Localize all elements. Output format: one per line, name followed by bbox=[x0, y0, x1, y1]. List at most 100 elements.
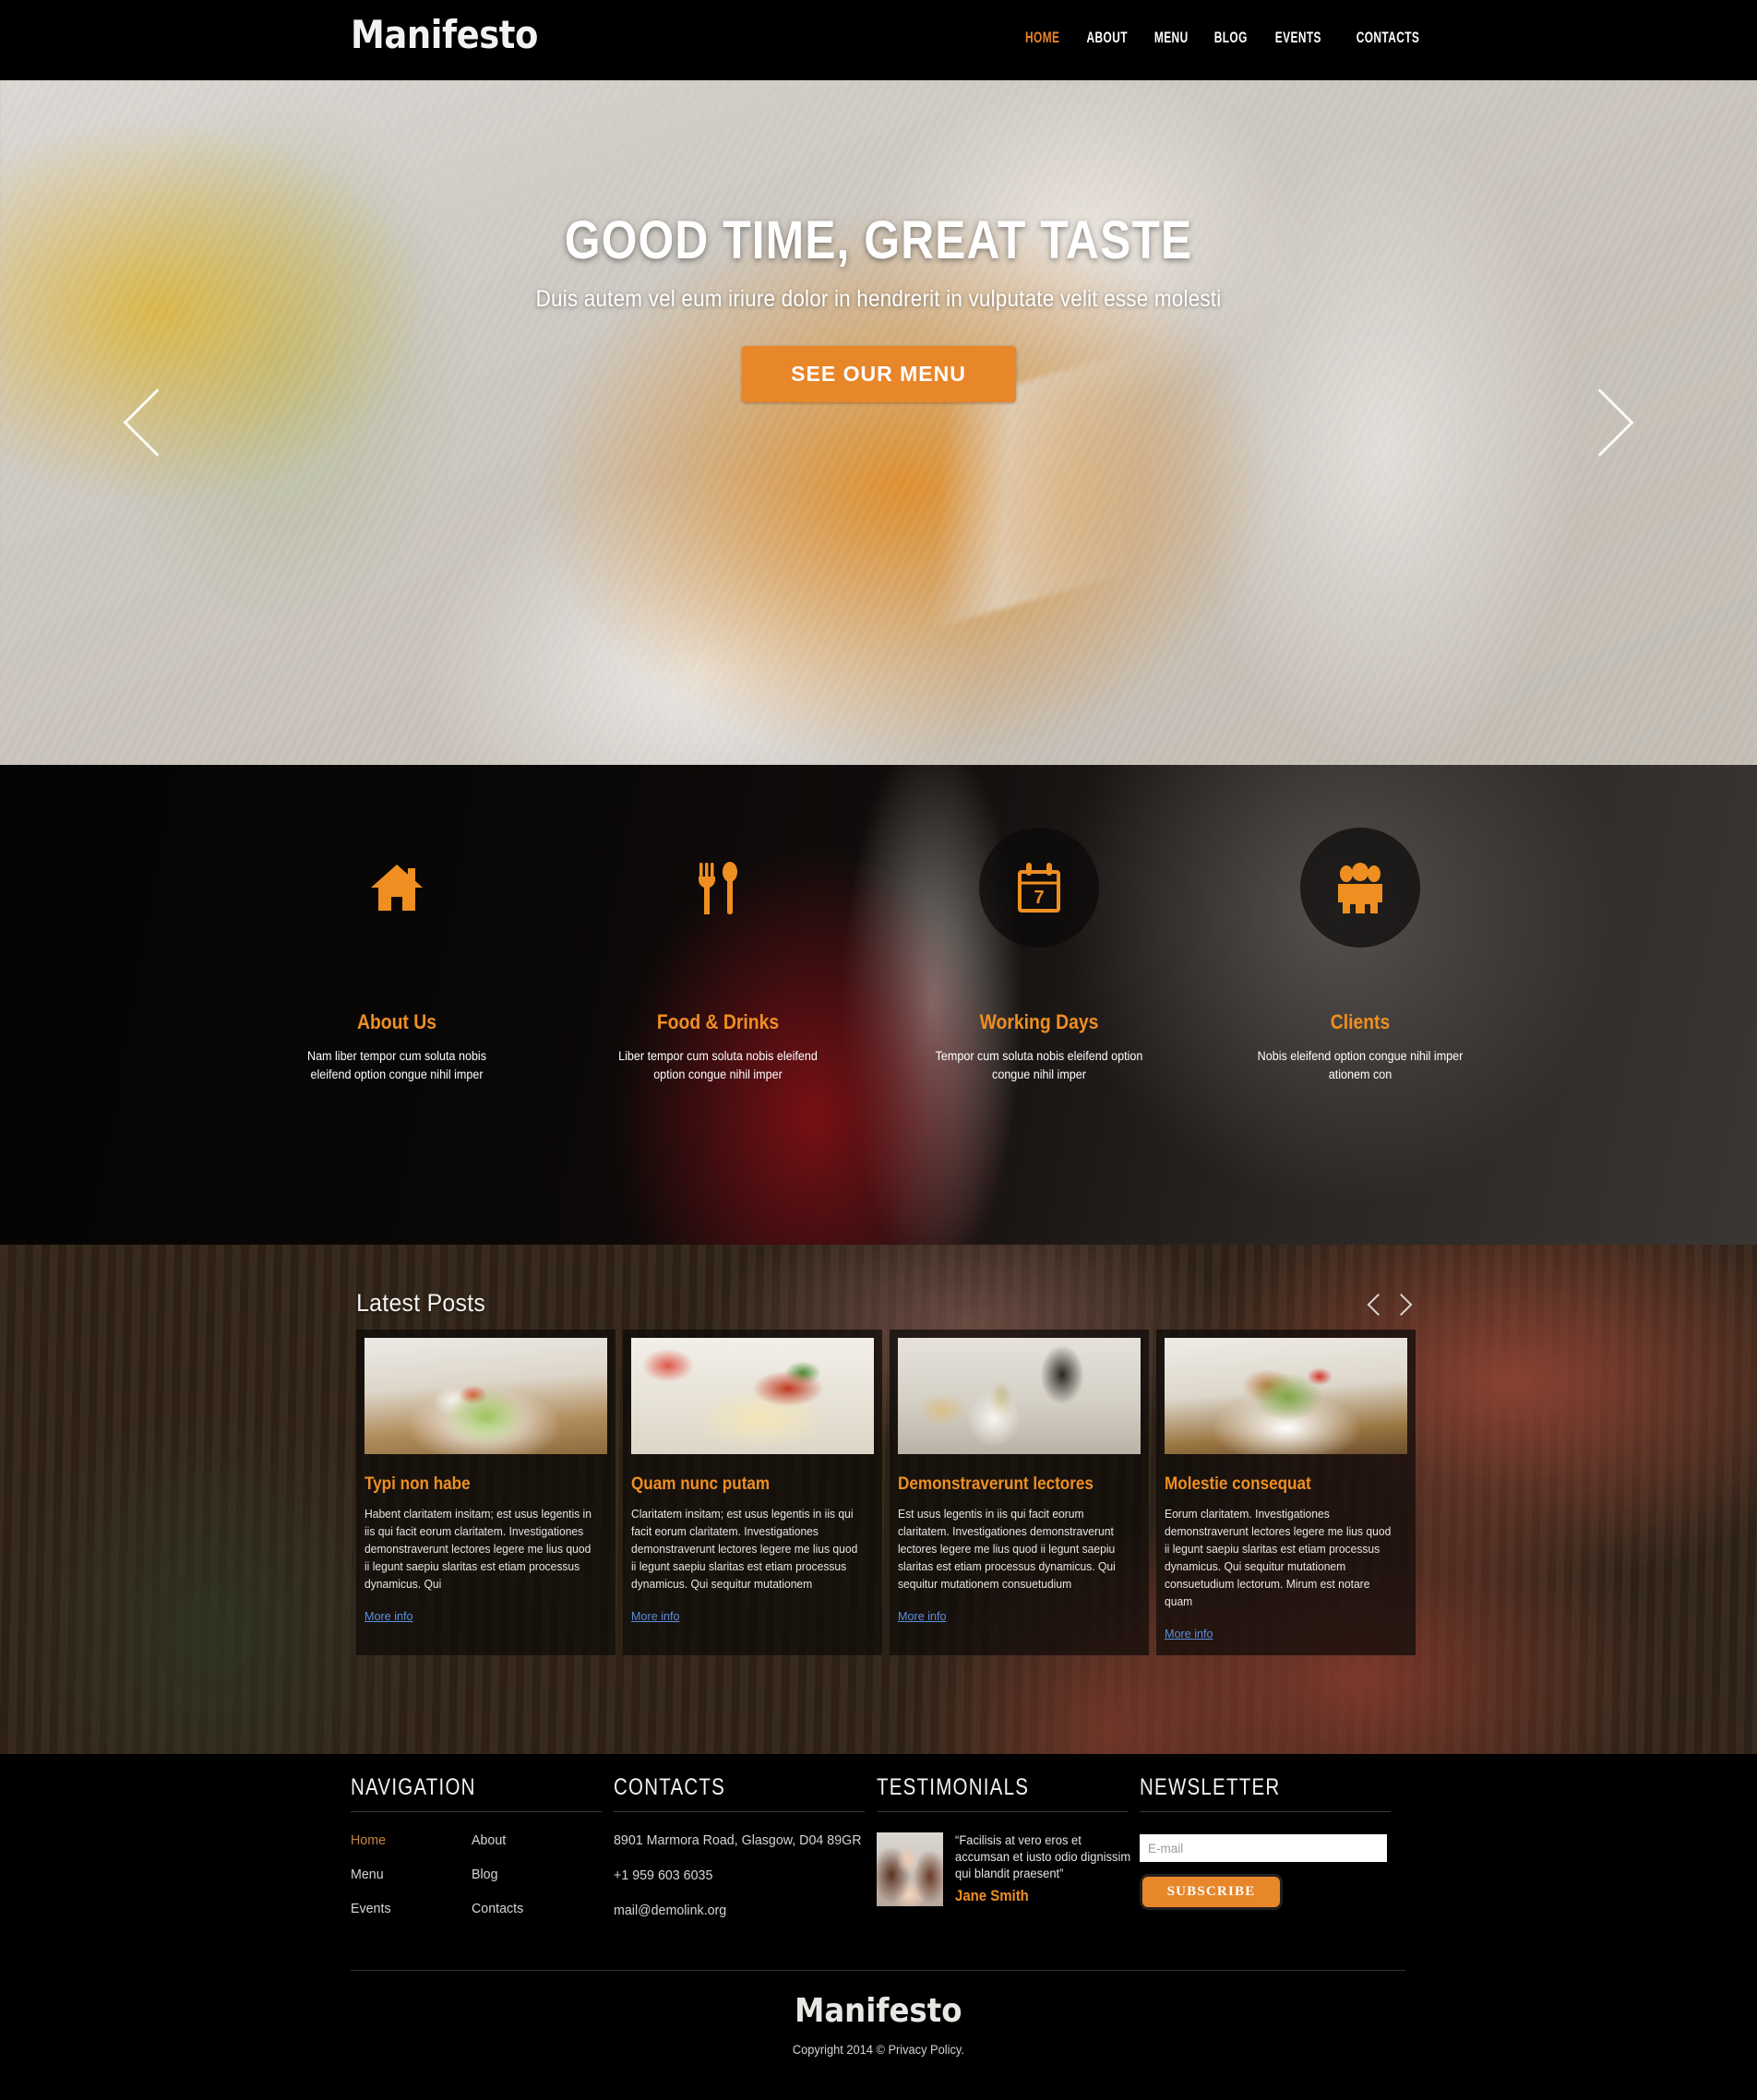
post-card[interactable]: Demonstraverunt lectores Est usus legent… bbox=[890, 1330, 1149, 1655]
calendar-icon: 7 bbox=[1014, 861, 1064, 914]
site-logo[interactable]: Manifesto bbox=[351, 12, 538, 57]
footer-contacts-title: CONTACTS bbox=[614, 1774, 726, 1800]
feature-icon-circle: 7 bbox=[979, 828, 1099, 948]
feature-working-days[interactable]: 7 Working Days Tempor cum soluta nobis e… bbox=[906, 828, 1172, 1245]
post-more-info-link[interactable]: More info bbox=[365, 1610, 413, 1623]
footer-navigation-column: NAVIGATION Home Menu Events About Blog C… bbox=[351, 1774, 614, 1918]
hero-title: GOOD TIME, GREAT TASTE bbox=[564, 210, 1193, 270]
post-thumbnail bbox=[898, 1338, 1141, 1454]
post-more-info-link[interactable]: More info bbox=[898, 1610, 947, 1623]
post-title: Typi non habe bbox=[365, 1474, 471, 1494]
footer-contact-details: 8901 Marmora Road, Glasgow, D04 89GR +1 … bbox=[614, 1832, 877, 1918]
post-title: Molestie consequat bbox=[1165, 1474, 1311, 1494]
footer-navigation-title: NAVIGATION bbox=[351, 1774, 476, 1800]
feature-clients[interactable]: Clients Nobis eleifend option congue nih… bbox=[1227, 828, 1493, 1245]
divider bbox=[351, 1811, 602, 1812]
latest-posts-carousel-controls bbox=[1364, 1293, 1416, 1317]
footer-link-about[interactable]: About bbox=[472, 1832, 586, 1848]
post-thumbnail bbox=[631, 1338, 874, 1454]
nav-item-events[interactable]: EVENTS bbox=[1272, 29, 1326, 47]
see-our-menu-button[interactable]: SEE OUR MENU bbox=[741, 346, 1016, 402]
post-excerpt: Eorum claritatem. Investigationes demons… bbox=[1165, 1508, 1392, 1608]
avatar bbox=[877, 1832, 943, 1906]
feature-text: Liber tempor cum soluta nobis eleifend o… bbox=[618, 1049, 818, 1081]
calendar-day-number: 7 bbox=[1034, 888, 1044, 908]
people-icon bbox=[1334, 862, 1386, 915]
footer-link-menu[interactable]: Menu bbox=[351, 1867, 465, 1882]
feature-icon-circle bbox=[337, 828, 457, 948]
post-excerpt: Claritatem insitam; est usus legentis in… bbox=[631, 1508, 858, 1591]
divider bbox=[351, 1970, 1405, 1971]
footer-nav-links: Home Menu Events About Blog Contacts bbox=[351, 1832, 614, 1916]
footer-logo[interactable]: Manifesto bbox=[795, 1992, 962, 2030]
feature-title: Food & Drinks bbox=[656, 1010, 780, 1033]
footer-link-home[interactable]: Home bbox=[351, 1832, 465, 1848]
post-title: Quam nunc putam bbox=[631, 1474, 771, 1494]
feature-title: Working Days bbox=[979, 1010, 1099, 1033]
post-card[interactable]: Typi non habe Habent claritatem insitam;… bbox=[356, 1330, 616, 1655]
latest-posts-heading: Latest Posts bbox=[356, 1289, 486, 1317]
footer-testimonials-title: TESTIMONIALS bbox=[877, 1774, 1030, 1800]
footer-copyright: Copyright 2014 © Privacy Policy. bbox=[793, 2043, 964, 2057]
hero-slider: GOOD TIME, GREAT TASTE Duis autem vel eu… bbox=[0, 80, 1757, 765]
footer-contacts-column: CONTACTS 8901 Marmora Road, Glasgow, D04… bbox=[614, 1774, 877, 1918]
divider bbox=[1140, 1811, 1391, 1812]
newsletter-email-input[interactable] bbox=[1140, 1834, 1387, 1862]
post-excerpt: Est usus legentis in iis qui facit eorum… bbox=[898, 1508, 1116, 1591]
post-thumbnail bbox=[365, 1338, 607, 1454]
feature-title: Clients bbox=[1330, 1010, 1391, 1033]
latest-posts-list: Typi non habe Habent claritatem insitam;… bbox=[356, 1330, 1416, 1655]
post-title: Demonstraverunt lectores bbox=[898, 1474, 1094, 1494]
hero-next-arrow[interactable] bbox=[1566, 376, 1634, 469]
feature-about-us[interactable]: About Us Nam liber tempor cum soluta nob… bbox=[264, 828, 530, 1245]
hero-subtitle: Duis autem vel eum iriure dolor in hendr… bbox=[535, 286, 1222, 312]
divider bbox=[877, 1811, 1128, 1812]
posts-prev-arrow[interactable] bbox=[1364, 1293, 1388, 1317]
feature-text: Nobis eleifend option congue nihil imper… bbox=[1257, 1049, 1464, 1081]
chevron-right-icon bbox=[1566, 388, 1634, 457]
features-row: About Us Nam liber tempor cum soluta nob… bbox=[0, 765, 1757, 1245]
footer-columns: NAVIGATION Home Menu Events About Blog C… bbox=[351, 1774, 1403, 1918]
contact-phone[interactable]: +1 959 603 6035 bbox=[614, 1867, 864, 1883]
post-card[interactable]: Molestie consequat Eorum claritatem. Inv… bbox=[1156, 1330, 1416, 1655]
post-more-info-link[interactable]: More info bbox=[631, 1610, 680, 1623]
post-excerpt: Habent claritatem insitam; est usus lege… bbox=[365, 1508, 592, 1591]
nav-item-blog[interactable]: BLOG bbox=[1210, 29, 1250, 47]
site-footer: NAVIGATION Home Menu Events About Blog C… bbox=[0, 1754, 1757, 2100]
posts-next-arrow[interactable] bbox=[1392, 1293, 1416, 1317]
footer-testimonials-column: TESTIMONIALS “Facilisis at vero eros et … bbox=[877, 1774, 1140, 1918]
post-card[interactable]: Quam nunc putam Claritatem insitam; est … bbox=[623, 1330, 882, 1655]
feature-title: About Us bbox=[356, 1010, 437, 1033]
hero-prev-arrow[interactable] bbox=[123, 376, 191, 469]
testimonial-quote: “Facilisis at vero eros et accumsan et i… bbox=[955, 1833, 1131, 1880]
features-section: About Us Nam liber tempor cum soluta nob… bbox=[0, 765, 1757, 1245]
footer-nav-column-1: Home Menu Events bbox=[351, 1832, 472, 1916]
feature-icon-circle bbox=[1300, 828, 1420, 948]
divider bbox=[614, 1811, 865, 1812]
footer-link-events[interactable]: Events bbox=[351, 1901, 465, 1916]
nav-item-contacts[interactable]: CONTACTS bbox=[1353, 29, 1424, 47]
main-navigation: HOME ABOUT MENU BLOG EVENTS CONTACTS bbox=[1012, 29, 1439, 47]
subscribe-button[interactable]: SUBSCRIBE bbox=[1140, 1874, 1283, 1910]
footer-bottom: Manifesto Copyright 2014 © Privacy Polic… bbox=[0, 1992, 1757, 2058]
nav-item-home[interactable]: HOME bbox=[1021, 29, 1063, 47]
feature-text: Tempor cum soluta nobis eleifend option … bbox=[935, 1049, 1143, 1081]
site-header: Manifesto HOME ABOUT MENU BLOG EVENTS CO… bbox=[0, 0, 1757, 80]
feature-icon-circle bbox=[658, 828, 778, 948]
post-more-info-link[interactable]: More info bbox=[1165, 1628, 1213, 1641]
testimonial-body: “Facilisis at vero eros et accumsan et i… bbox=[955, 1832, 1140, 1906]
footer-link-blog[interactable]: Blog bbox=[472, 1867, 586, 1882]
home-icon bbox=[369, 862, 424, 913]
footer-link-contacts[interactable]: Contacts bbox=[472, 1901, 586, 1916]
nav-item-menu[interactable]: MENU bbox=[1151, 29, 1192, 47]
testimonial-author: Jane Smith bbox=[955, 1887, 1029, 1904]
feature-food-drinks[interactable]: Food & Drinks Liber tempor cum soluta no… bbox=[585, 828, 851, 1245]
contact-address: 8901 Marmora Road, Glasgow, D04 89GR bbox=[614, 1832, 862, 1848]
nav-item-about[interactable]: ABOUT bbox=[1082, 29, 1131, 47]
fork-spoon-icon bbox=[695, 861, 741, 914]
footer-nav-column-2: About Blog Contacts bbox=[472, 1832, 592, 1916]
footer-newsletter-title: NEWSLETTER bbox=[1140, 1774, 1281, 1800]
contact-email[interactable]: mail@demolink.org bbox=[614, 1903, 864, 1918]
footer-newsletter-column: NEWSLETTER SUBSCRIBE bbox=[1140, 1774, 1403, 1918]
hero-content: GOOD TIME, GREAT TASTE Duis autem vel eu… bbox=[0, 209, 1757, 402]
